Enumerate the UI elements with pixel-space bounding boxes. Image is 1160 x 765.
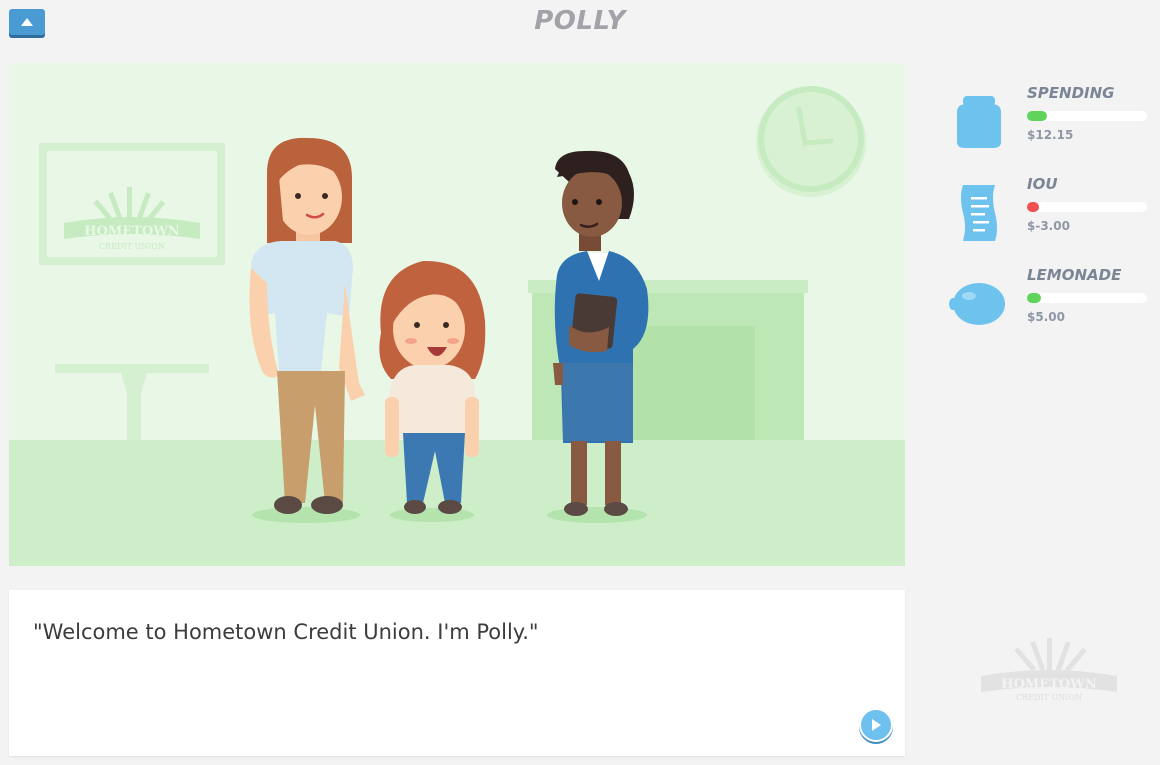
stats-panel: SPENDING $12.15 IOU $-3.00 LEMONADE $5.0… <box>945 80 1155 353</box>
sign-text-line1: HOMETOWN <box>84 224 180 239</box>
stat-iou: IOU $-3.00 <box>945 171 1155 262</box>
stat-bar <box>1027 202 1147 212</box>
continue-button[interactable] <box>859 708 893 742</box>
watermark-line1: HOMETOWN <box>1001 677 1097 692</box>
page-title: POLLY <box>534 6 626 36</box>
play-icon <box>872 719 881 731</box>
dialog-box: "Welcome to Hometown Credit Union. I'm P… <box>9 590 905 756</box>
stat-value: $-3.00 <box>1027 219 1070 233</box>
receipt-icon <box>961 185 997 241</box>
stat-label: SPENDING <box>1027 84 1115 102</box>
stat-label: LEMONADE <box>1027 266 1122 284</box>
watermark-line2: CREDIT UNION <box>1016 693 1082 702</box>
hometown-logo-watermark: HOMETOWN CREDIT UNION <box>981 638 1117 702</box>
stat-value: $5.00 <box>1027 310 1065 324</box>
wall-clock <box>756 86 866 197</box>
stat-fill <box>1027 111 1048 121</box>
scene-illustration: HOMETOWN CREDIT UNION <box>9 63 905 566</box>
lemon-icon <box>949 283 1005 325</box>
dialog-text: "Welcome to Hometown Credit Union. I'm P… <box>33 620 539 644</box>
jar-icon <box>957 96 1001 148</box>
stat-bar <box>1027 293 1147 303</box>
stat-fill <box>1027 202 1039 212</box>
stat-fill <box>1027 293 1042 303</box>
stat-bar <box>1027 111 1147 121</box>
stat-lemonade: LEMONADE $5.00 <box>945 262 1155 353</box>
stat-label: IOU <box>1027 175 1058 193</box>
wall-sign: HOMETOWN CREDIT UNION <box>39 143 225 265</box>
sign-text-line2: CREDIT UNION <box>99 242 165 251</box>
stat-spending: SPENDING $12.15 <box>945 80 1155 171</box>
stat-value: $12.15 <box>1027 128 1074 142</box>
